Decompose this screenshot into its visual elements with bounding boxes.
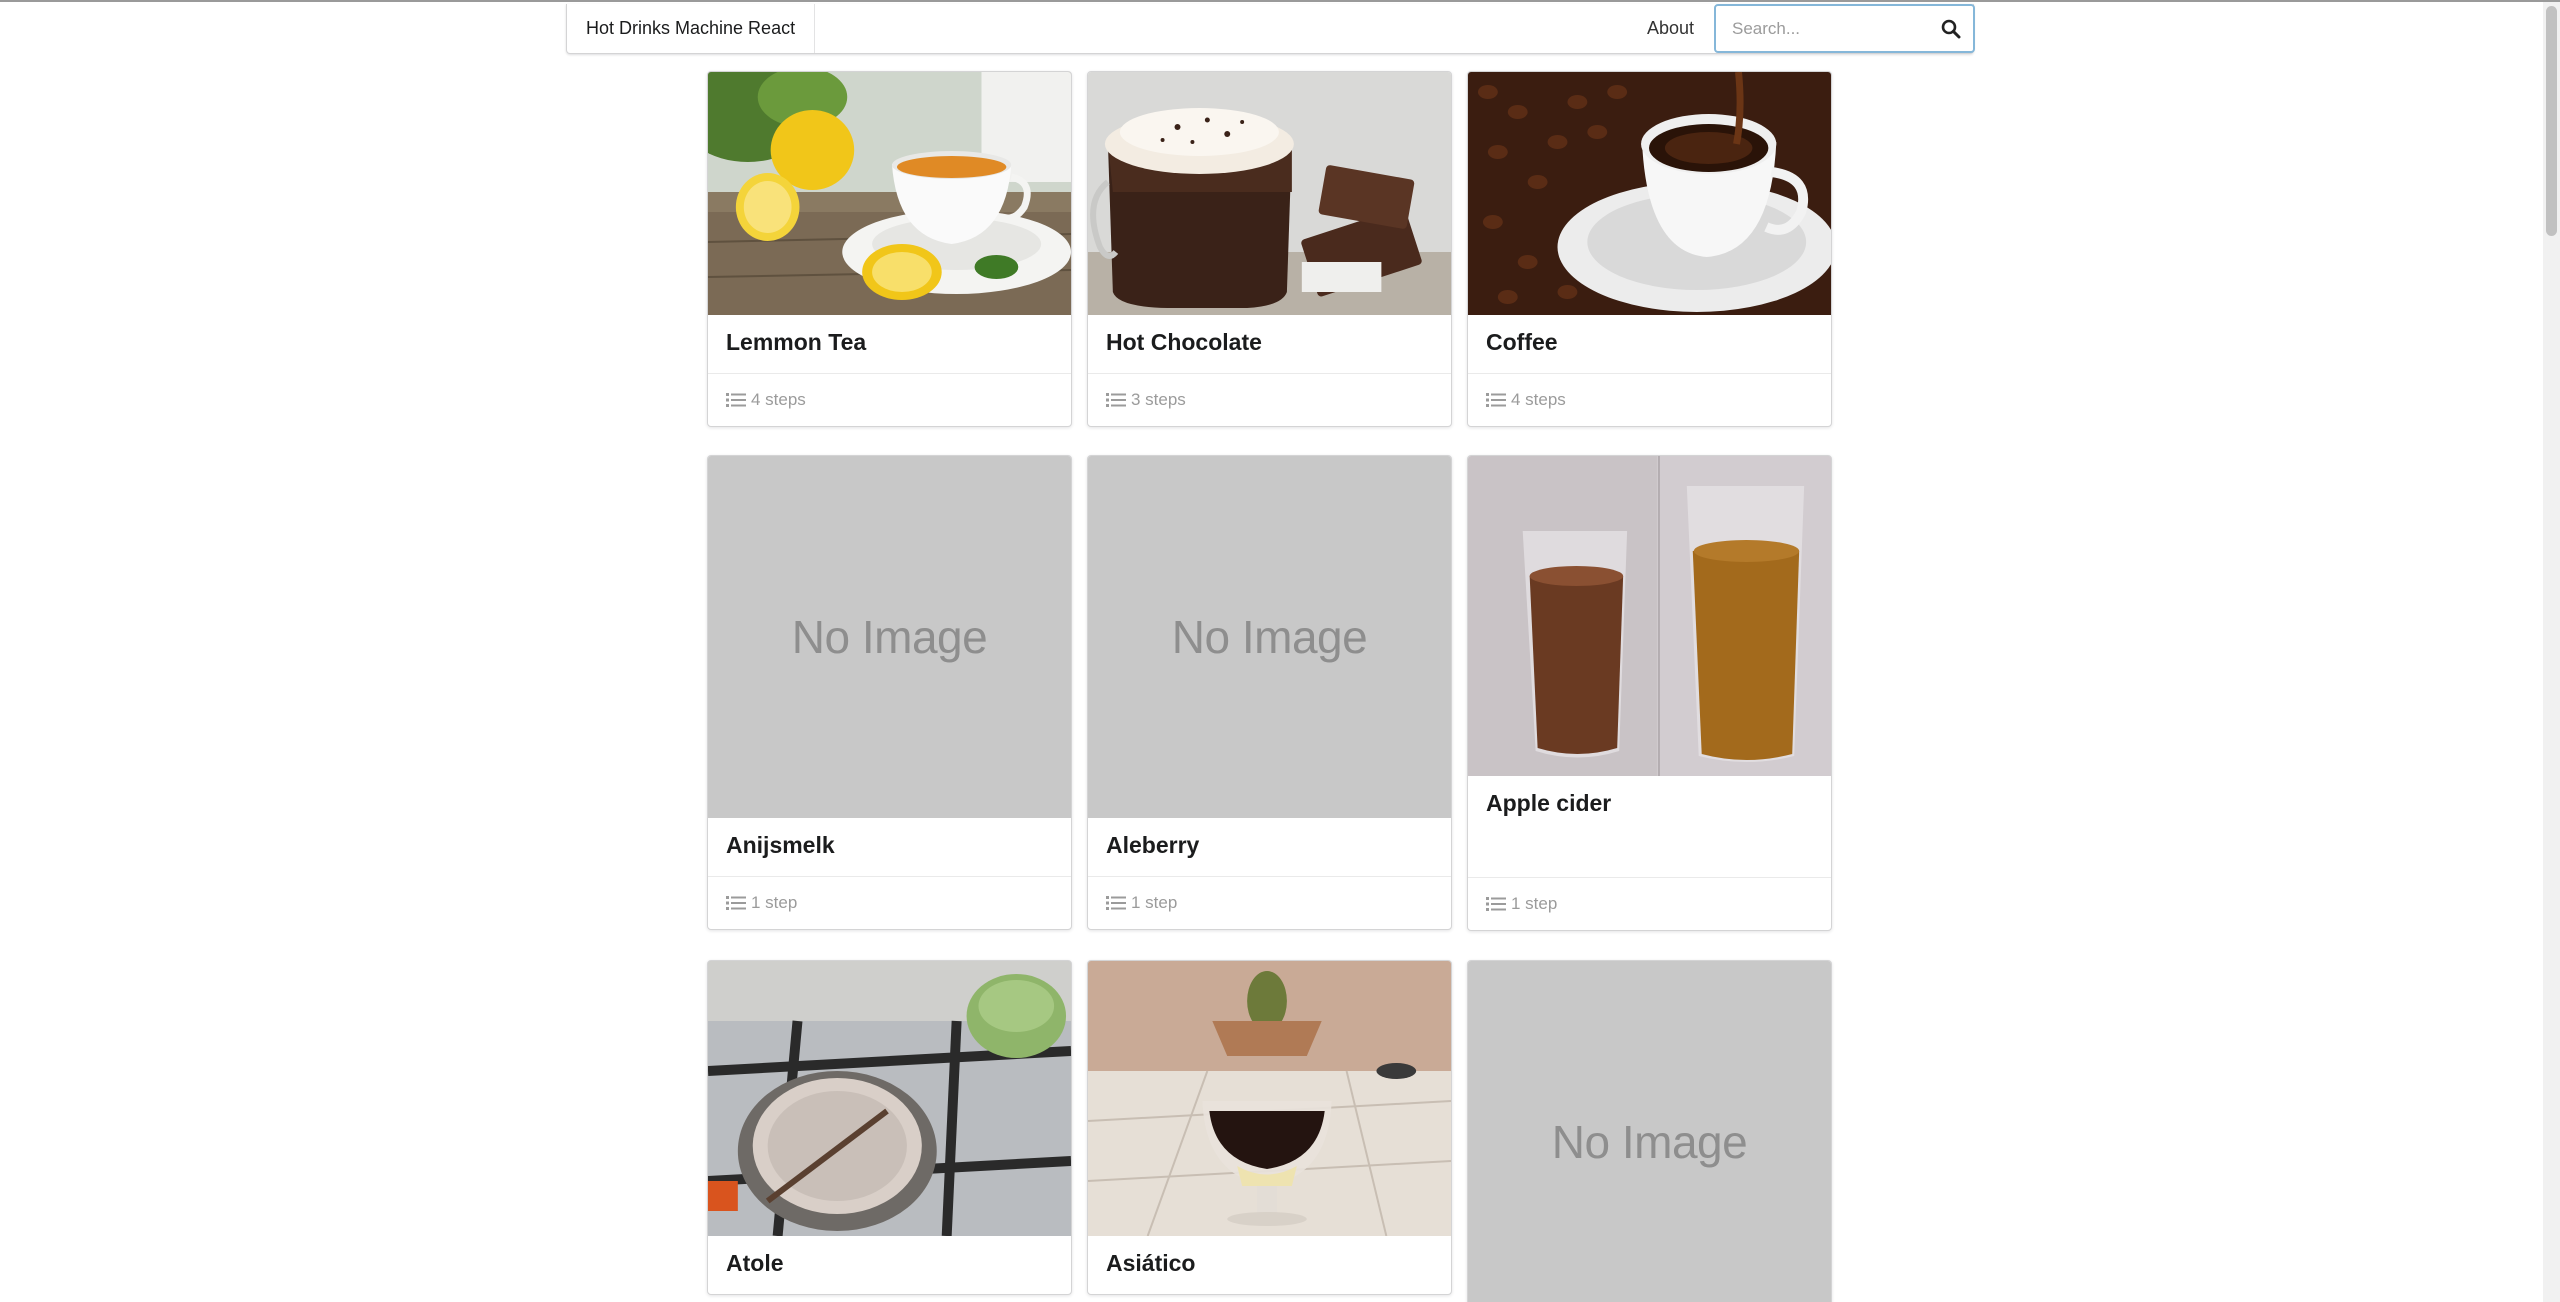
scrollbar-thumb[interactable] — [2546, 6, 2557, 236]
drink-title[interactable]: Lemmon Tea — [708, 315, 1071, 373]
about-link[interactable]: About — [1647, 4, 1694, 53]
drink-card[interactable]: Lemmon Tea 4 steps — [707, 71, 1072, 427]
steps-count: 4 steps — [751, 390, 806, 409]
search-input[interactable] — [1732, 18, 1932, 39]
drink-image[interactable] — [1468, 72, 1831, 315]
drink-title[interactable]: Apple cider — [1468, 776, 1831, 877]
drink-title[interactable]: Asiático — [1088, 1236, 1451, 1294]
drink-image[interactable] — [708, 72, 1071, 315]
drink-card[interactable]: No Image — [1467, 960, 1832, 1302]
drink-card[interactable]: No Image Anijsmelk 1 step — [707, 455, 1072, 930]
list-icon — [1486, 393, 1506, 407]
drink-title[interactable]: Coffee — [1468, 315, 1831, 373]
search-box[interactable] — [1714, 4, 1975, 53]
drink-title[interactable]: Aleberry — [1088, 818, 1451, 876]
no-image-placeholder[interactable]: No Image — [1088, 456, 1451, 818]
no-image-label: No Image — [1171, 611, 1368, 663]
drink-card[interactable]: Hot Chocolate 3 steps — [1087, 71, 1452, 427]
drink-steps: 1 step — [1088, 876, 1451, 929]
drink-image[interactable] — [1468, 456, 1831, 776]
page-scrollbar[interactable] — [2543, 2, 2560, 1302]
no-image-label: No Image — [791, 611, 988, 663]
drink-steps: 4 steps — [708, 373, 1071, 426]
steps-count: 4 steps — [1511, 390, 1566, 409]
top-menu: Hot Drinks Machine React About — [566, 4, 1975, 54]
drink-card[interactable]: Apple cider 1 step — [1467, 455, 1832, 931]
drink-title[interactable]: Atole — [708, 1236, 1071, 1294]
drink-title[interactable]: Hot Chocolate — [1088, 315, 1451, 373]
list-icon — [1106, 393, 1126, 407]
drink-steps: 1 step — [1468, 877, 1831, 930]
drink-image[interactable] — [1088, 72, 1451, 315]
brand-link[interactable]: Hot Drinks Machine React — [567, 4, 816, 53]
drink-card[interactable]: Coffee 4 steps — [1467, 71, 1832, 427]
drink-steps: 4 steps — [1468, 373, 1831, 426]
steps-count: 1 step — [1511, 894, 1558, 913]
list-icon — [1106, 896, 1126, 910]
list-icon — [1486, 897, 1506, 911]
list-icon — [726, 896, 746, 910]
search-icon[interactable] — [1941, 19, 1961, 39]
no-image-placeholder[interactable]: No Image — [1468, 961, 1831, 1302]
drink-card[interactable]: Asiático — [1087, 960, 1452, 1295]
no-image-placeholder[interactable]: No Image — [708, 456, 1071, 818]
drink-image[interactable] — [708, 961, 1071, 1236]
drink-image[interactable] — [1088, 961, 1451, 1236]
list-icon — [726, 393, 746, 407]
steps-count: 1 step — [1131, 893, 1178, 912]
steps-count: 3 steps — [1131, 390, 1186, 409]
drink-steps: 3 steps — [1088, 373, 1451, 426]
drink-steps: 1 step — [708, 876, 1071, 929]
no-image-label: No Image — [1551, 1116, 1748, 1168]
drink-card[interactable]: No Image Aleberry 1 step — [1087, 455, 1452, 930]
drink-title[interactable]: Anijsmelk — [708, 818, 1071, 876]
drink-card[interactable]: Atole — [707, 960, 1072, 1295]
steps-count: 1 step — [751, 893, 798, 912]
